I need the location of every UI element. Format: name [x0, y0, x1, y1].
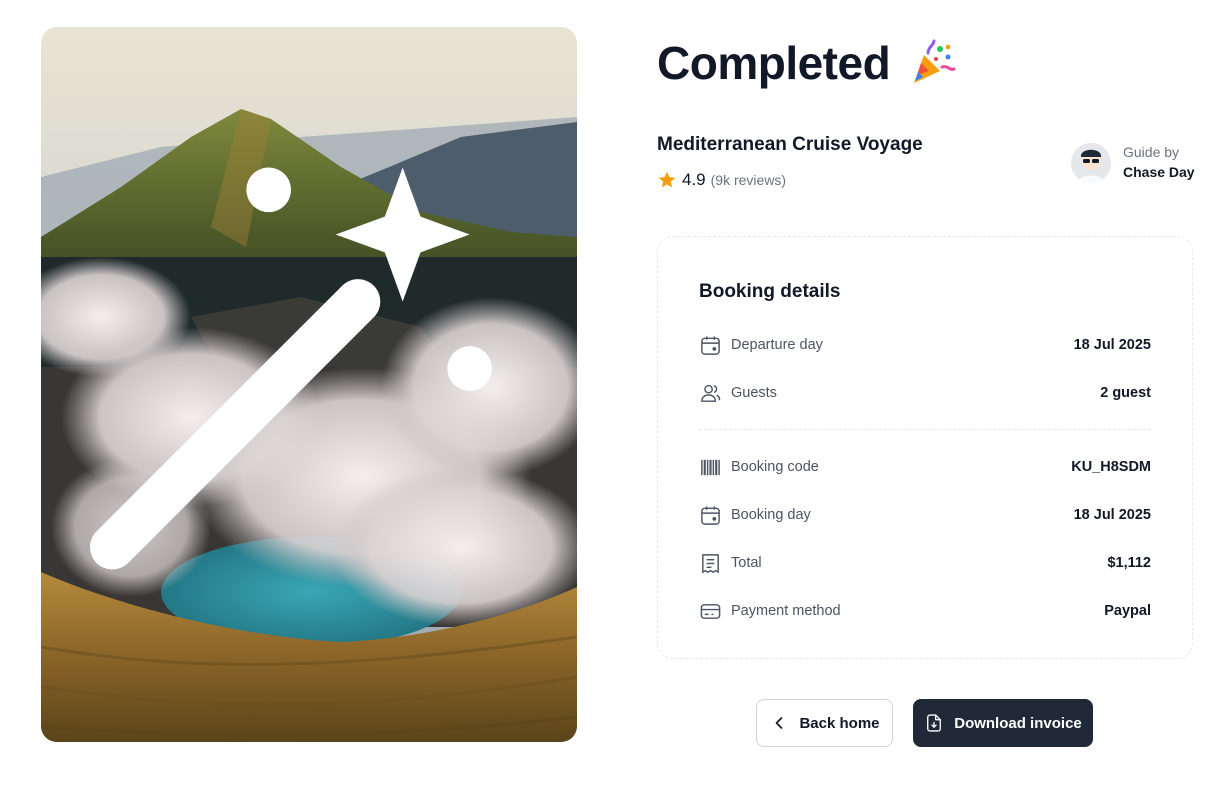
trip-rating: 4.9 (9k reviews) [657, 170, 786, 190]
rating-score: 4.9 [682, 170, 706, 189]
file-download-icon [927, 714, 942, 732]
detail-row-booking-code: Booking code KU_H8SDM [699, 443, 1151, 491]
detail-row-guests: Guests 2 guest [699, 369, 1151, 417]
download-invoice-button[interactable]: Download invoice [913, 699, 1093, 747]
detail-value: 18 Jul 2025 [1073, 507, 1151, 523]
detail-label: Total [731, 555, 762, 571]
users-icon [701, 384, 721, 402]
magic-wand-icon[interactable] [41, 27, 559, 726]
trip-name: Mediterranean Cruise Voyage [657, 134, 923, 155]
detail-row-booking-day: Booking day 18 Jul 2025 [699, 491, 1151, 539]
detail-value: 2 guest [1100, 385, 1151, 401]
page-title: Completed [657, 36, 956, 90]
detail-row-total: Total $1,112 [699, 539, 1151, 587]
detail-value: KU_H8SDM [1071, 459, 1151, 475]
page-title-text: Completed [657, 37, 891, 89]
booking-details-card: Booking details Departure day 18 Jul 202… [657, 236, 1193, 659]
detail-label: Payment method [731, 603, 841, 619]
destination-photo [41, 27, 577, 742]
detail-label: Guests [731, 385, 777, 401]
detail-label: Departure day [731, 337, 823, 353]
guide-name[interactable]: Chase Day [1123, 161, 1195, 183]
detail-row-departure-day: Departure day 18 Jul 2025 [699, 321, 1151, 369]
review-count: (9k reviews) [710, 172, 787, 188]
guide-avatar [1071, 143, 1111, 183]
detail-label: Booking code [731, 459, 819, 475]
detail-row-payment-method: Payment method Paypal [699, 587, 1151, 635]
guide-label: Guide by [1123, 144, 1180, 160]
barcode-icon [701, 459, 720, 475]
receipt-icon [702, 553, 719, 573]
calendar-icon [701, 505, 720, 525]
star-icon [658, 171, 676, 188]
detail-value: $1,112 [1107, 555, 1151, 571]
back-home-button[interactable]: Back home [756, 699, 893, 747]
section-divider [699, 429, 1151, 430]
detail-value: Paypal [1104, 603, 1151, 619]
detail-label: Booking day [731, 507, 811, 523]
guide-info[interactable]: Guide by Chase Day [1071, 143, 1195, 183]
credit-card-icon [700, 603, 721, 619]
party-popper-icon [914, 39, 956, 83]
back-home-label: Back home [799, 714, 880, 732]
download-invoice-label: Download invoice [954, 714, 1082, 732]
booking-completed-page: Completed Mediterranean Cruise Voyage 4.… [0, 0, 1232, 802]
chevron-left-icon [776, 717, 783, 729]
booking-details-title: Booking details [699, 281, 841, 302]
detail-value: 18 Jul 2025 [1073, 337, 1151, 353]
calendar-icon [701, 335, 720, 355]
